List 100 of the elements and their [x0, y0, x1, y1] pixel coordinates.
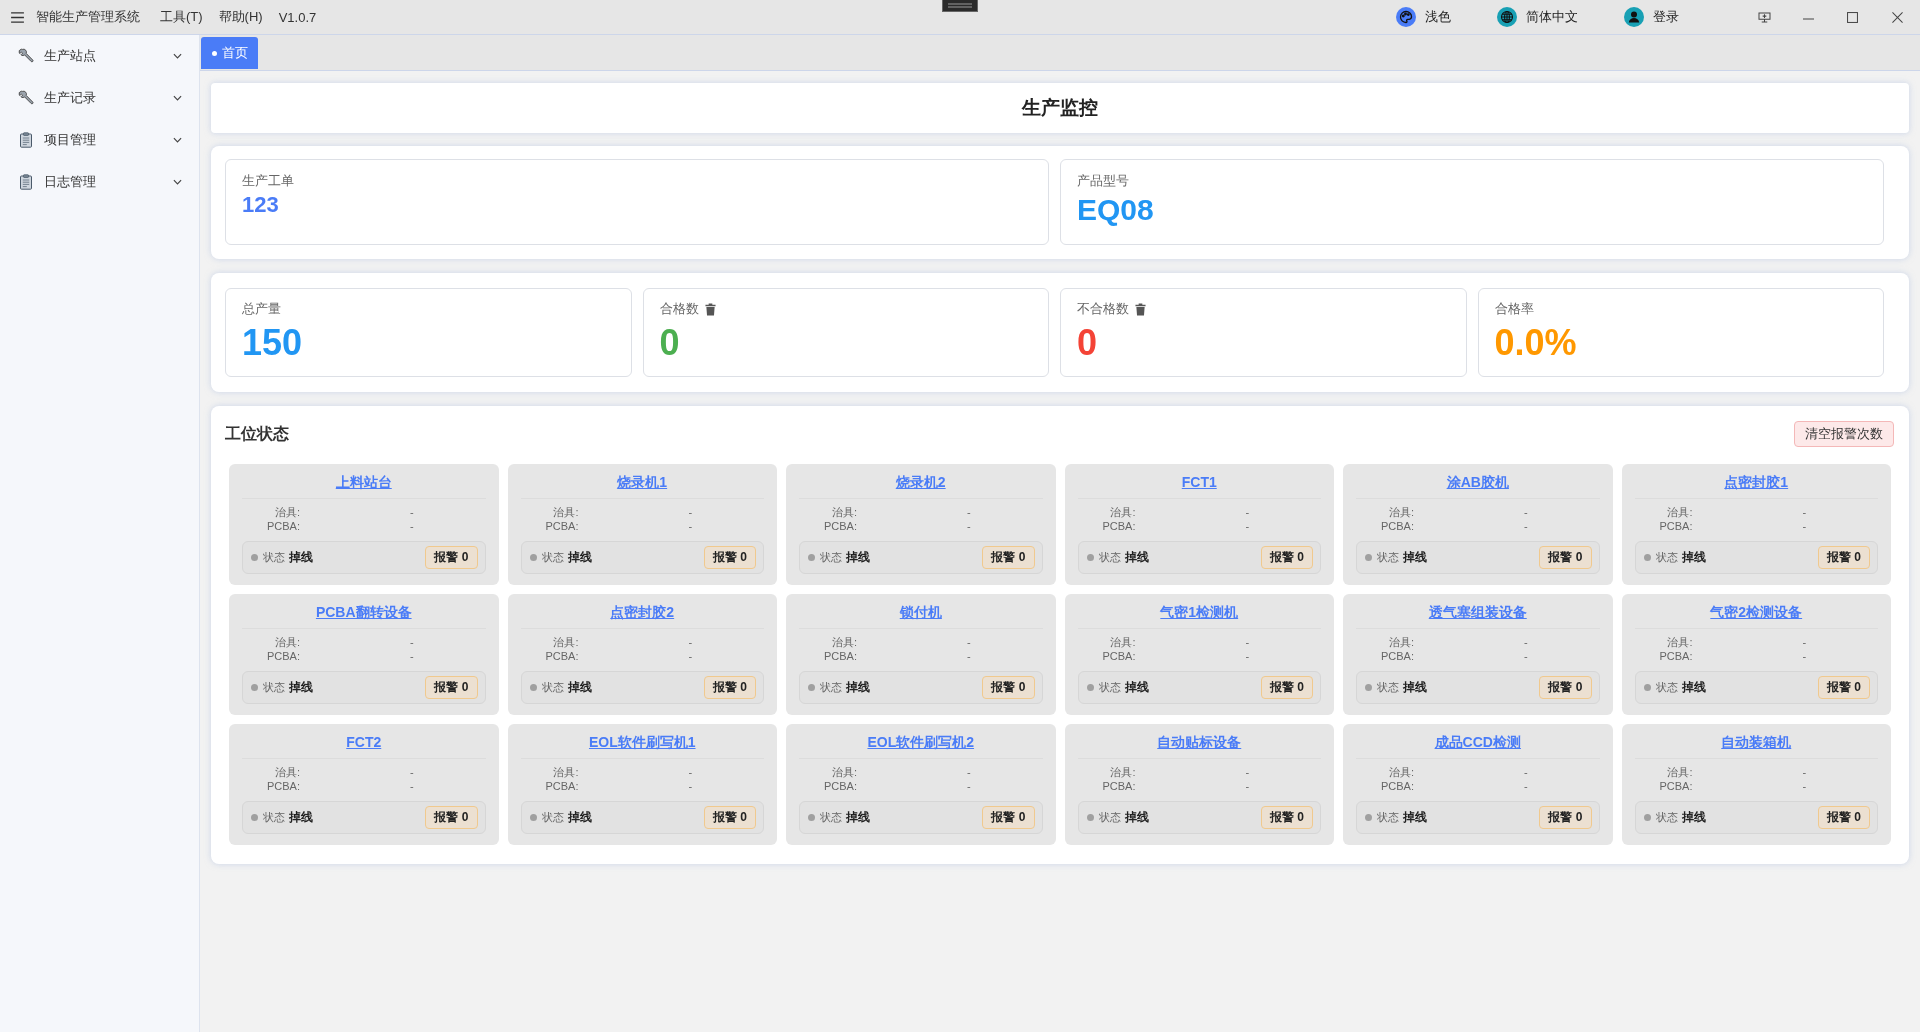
stat-value: 0: [659, 321, 681, 365]
field-label: 治具:: [1387, 505, 1414, 519]
trash-icon[interactable]: [1135, 302, 1146, 316]
station-link[interactable]: 透气塞组装设备: [1428, 604, 1527, 620]
station-link[interactable]: 点密封胶2: [610, 604, 675, 620]
drag-handle-icon[interactable]: [942, 0, 978, 12]
station-link[interactable]: 气密1检测机: [1160, 604, 1239, 620]
status-label: 状态: [1655, 550, 1678, 565]
status-label: 状态: [1377, 550, 1399, 565]
menu-icon[interactable]: [11, 11, 24, 23]
sidebar-item[interactable]: 生产记录: [0, 77, 199, 119]
field-label: PCBA:: [1658, 779, 1693, 793]
status-label: 状态: [1655, 810, 1678, 825]
menu-item[interactable]: 工具(T): [160, 8, 203, 26]
field-value: -: [410, 649, 414, 663]
field-label: 治具:: [1387, 765, 1414, 779]
dot-icon: [212, 50, 217, 56]
status-label: 状态: [541, 550, 564, 565]
station-link[interactable]: 涂AB胶机: [1446, 474, 1509, 490]
alarm-count-badge: 报警 0: [1818, 546, 1870, 569]
field-label: PCBA:: [1380, 649, 1414, 663]
status-label: 状态: [1098, 680, 1121, 695]
version-label: V1.0.7: [278, 9, 317, 25]
station-link[interactable]: 锁付机: [899, 604, 942, 620]
sidebar-item[interactable]: 日志管理: [0, 161, 199, 203]
clear-alarms-button[interactable]: 清空报警次数: [1794, 421, 1894, 447]
status-label: 状态: [541, 680, 564, 695]
field-value: -: [1524, 765, 1528, 779]
alarm-count-badge: 报警 0: [1261, 676, 1313, 699]
alarm-count-badge: 报警 0: [1261, 806, 1313, 829]
monitor-icon[interactable]: [1758, 11, 1771, 23]
station-link[interactable]: 自动贴标设备: [1157, 734, 1242, 750]
status-value: 掉线: [289, 679, 313, 696]
station-link[interactable]: 上料站台: [335, 474, 392, 490]
field-value: -: [1802, 765, 1807, 779]
login-button[interactable]: 登录: [1624, 7, 1679, 27]
field-value: -: [688, 505, 693, 519]
field-label: 治具:: [1109, 505, 1136, 519]
maximize-icon[interactable]: [1847, 11, 1858, 23]
station-link[interactable]: FCT2: [346, 734, 382, 750]
field-value: -: [1524, 779, 1528, 793]
status-value: 掉线: [567, 679, 592, 696]
status-value: 掉线: [1124, 679, 1149, 696]
station-link[interactable]: 点密封胶1: [1724, 474, 1789, 490]
stat-value: 0: [1077, 321, 1099, 365]
alarm-count-badge: 报警 0: [1818, 806, 1870, 829]
field-value: -: [1524, 505, 1528, 519]
field-value: -: [1245, 635, 1250, 649]
stat-value: 0.0%: [1494, 321, 1578, 365]
field-value: -: [688, 649, 693, 663]
sidebar-item[interactable]: 生产站点: [0, 35, 199, 77]
theme-button[interactable]: 浅色: [1396, 7, 1451, 27]
field-value: -: [410, 505, 414, 519]
status-label: 状态: [1098, 550, 1121, 565]
wrench-icon: [18, 90, 34, 106]
trash-icon[interactable]: [704, 302, 716, 316]
tab[interactable]: 首页: [201, 37, 258, 69]
page-title: 生产监控: [1022, 96, 1098, 120]
status-label: 状态: [541, 810, 564, 825]
field-value: -: [1524, 635, 1528, 649]
field-value: -: [967, 635, 971, 649]
section-title: 工位状态: [225, 423, 289, 444]
field-value: -: [1245, 649, 1250, 663]
station-link[interactable]: 成品CCD检测: [1434, 734, 1521, 750]
field-value: -: [1245, 779, 1250, 793]
station-link[interactable]: 烧录机1: [617, 474, 668, 490]
status-label: 状态: [1377, 810, 1399, 825]
field-label: PCBA:: [1380, 519, 1414, 533]
user-icon: [1624, 7, 1644, 27]
field-label: 治具:: [830, 635, 857, 649]
status-label: 状态: [1098, 810, 1121, 825]
alarm-count-badge: 报警 0: [982, 806, 1035, 829]
station-link[interactable]: FCT1: [1181, 474, 1217, 490]
close-icon[interactable]: [1892, 11, 1903, 23]
station-link[interactable]: 自动装箱机: [1721, 734, 1792, 750]
field-value: -: [688, 765, 693, 779]
field-value: -: [410, 765, 414, 779]
alarm-count-badge: 报警 0: [425, 546, 478, 569]
station-link[interactable]: EOL软件刷写机1: [588, 734, 696, 750]
field-label: 治具:: [1666, 635, 1693, 649]
language-button[interactable]: 简体中文: [1497, 7, 1578, 27]
field-label: 治具:: [1109, 635, 1136, 649]
station-link[interactable]: EOL软件刷写机2: [867, 734, 975, 750]
status-label: 状态: [1655, 680, 1678, 695]
menu-item[interactable]: 帮助(H): [218, 8, 263, 26]
field-label: PCBA:: [544, 649, 579, 663]
station-link[interactable]: 气密2检测设备: [1710, 604, 1803, 620]
station-link[interactable]: 烧录机2: [895, 474, 946, 490]
field-label: 治具:: [830, 505, 857, 519]
alarm-count-badge: 报警 0: [1539, 806, 1592, 829]
status-value: 掉线: [567, 809, 592, 826]
status-label: 状态: [820, 550, 842, 565]
field-label: PCBA:: [544, 519, 579, 533]
field-value: -: [1524, 649, 1528, 663]
sidebar-item[interactable]: 项目管理: [0, 119, 199, 161]
field-value: -: [410, 635, 414, 649]
field-value: -: [1802, 649, 1807, 663]
status-value: 掉线: [567, 549, 592, 566]
station-link[interactable]: PCBA翻转设备: [315, 604, 412, 620]
status-label: 状态: [263, 810, 285, 825]
